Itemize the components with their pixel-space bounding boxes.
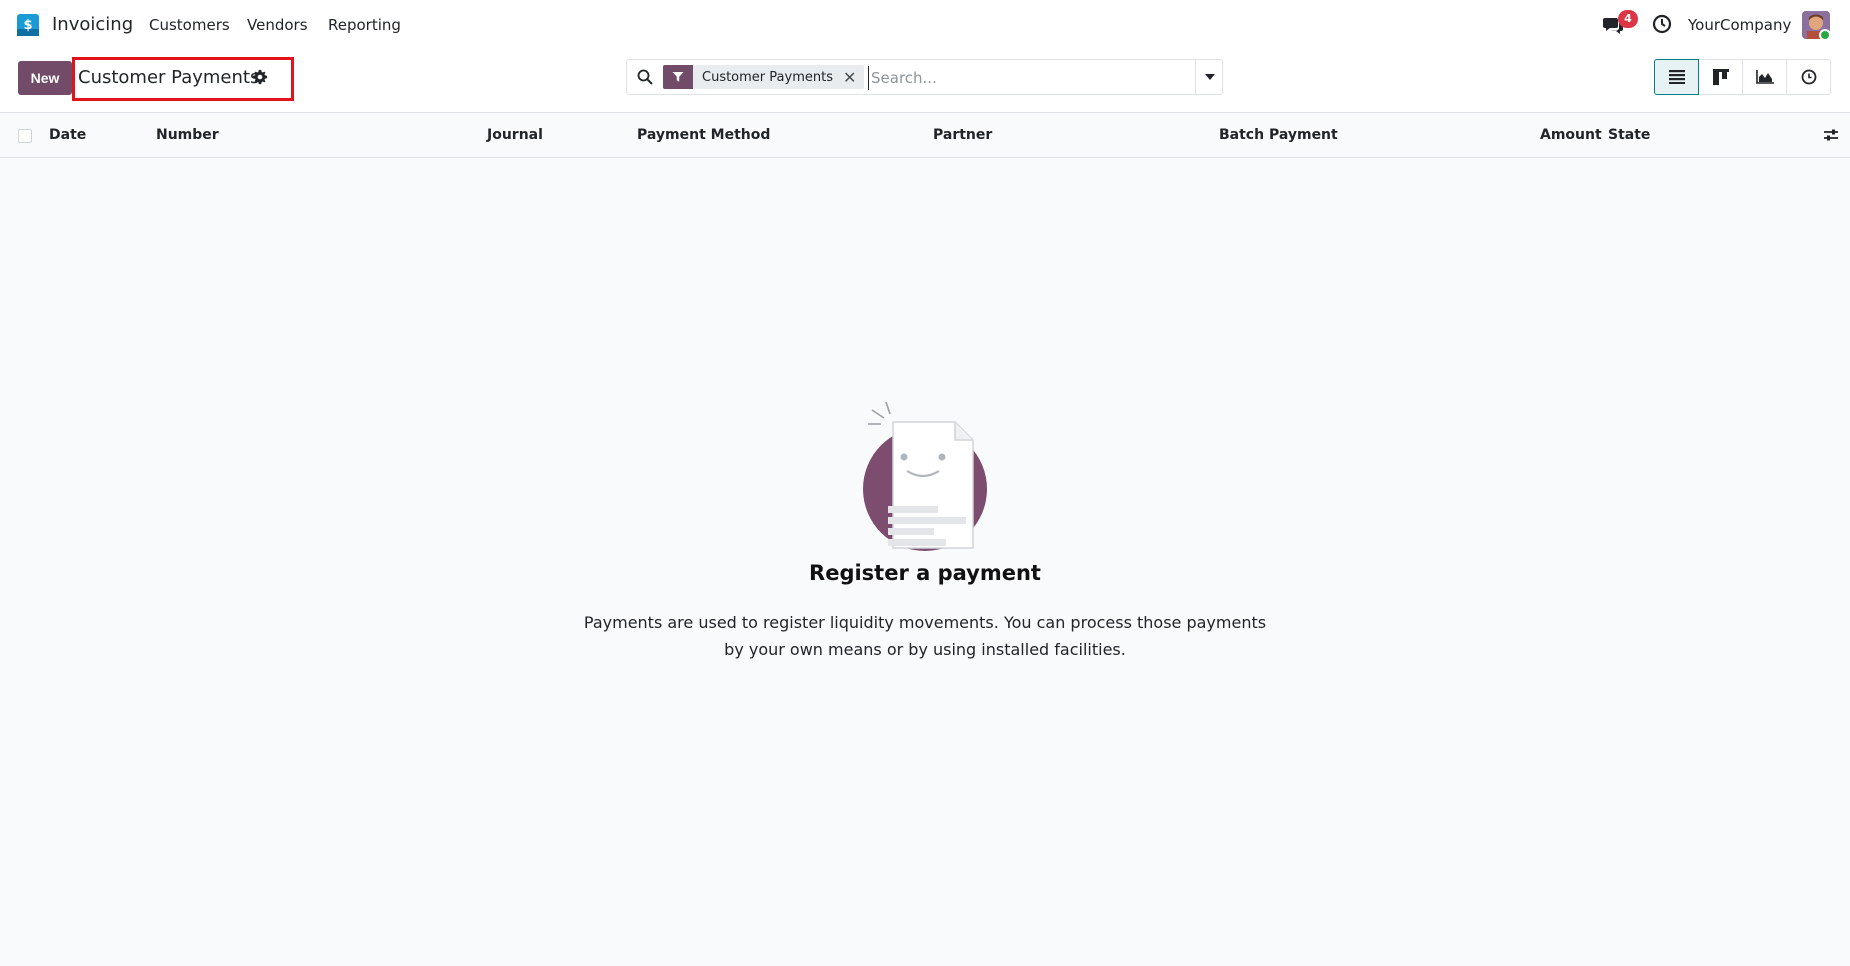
invoicing-app-icon[interactable]: $ — [16, 13, 40, 37]
menu-customers[interactable]: Customers — [149, 16, 230, 34]
graph-view-button[interactable] — [1742, 59, 1787, 95]
kanban-icon — [1712, 69, 1729, 85]
online-status-dot — [1819, 29, 1831, 41]
list-header: Date Number Journal Payment Method Partn… — [0, 114, 1850, 158]
column-number[interactable]: Number — [156, 127, 219, 143]
activity-clock-icon[interactable] — [1652, 14, 1672, 34]
activity-view-button[interactable] — [1786, 59, 1831, 95]
empty-state-line-1: Payments are used to register liquidity … — [583, 613, 1267, 632]
list-icon — [1668, 70, 1685, 84]
filter-icon — [663, 65, 693, 89]
caret-down-icon — [1204, 74, 1215, 80]
optional-columns-icon[interactable] — [1823, 127, 1839, 143]
top-navbar: $ Invoicing Customers Vendors Reporting … — [0, 0, 1850, 50]
chat-badge: 4 — [1618, 10, 1638, 28]
search-panel: Customer Payments ✕ — [626, 59, 1223, 95]
empty-state-title: Register a payment — [809, 561, 1041, 585]
area-chart-icon — [1755, 70, 1774, 84]
company-switcher[interactable]: YourCompany — [1688, 16, 1791, 34]
page-title[interactable]: Customer Payments — [78, 67, 259, 88]
clock-icon — [1801, 69, 1816, 85]
app-name[interactable]: Invoicing — [52, 14, 133, 35]
empty-document-illustration — [863, 402, 987, 551]
search-icon[interactable] — [637, 69, 653, 85]
new-button[interactable]: New — [18, 61, 72, 95]
search-options-toggle[interactable] — [1195, 60, 1223, 94]
column-partner[interactable]: Partner — [933, 127, 992, 143]
view-switcher — [1654, 59, 1831, 95]
menu-vendors[interactable]: Vendors — [247, 16, 308, 34]
column-date[interactable]: Date — [49, 127, 86, 143]
select-all-checkbox[interactable] — [18, 129, 32, 143]
column-state[interactable]: State — [1608, 127, 1650, 143]
column-journal[interactable]: Journal — [487, 127, 543, 143]
search-input[interactable] — [868, 66, 1188, 90]
gear-icon[interactable] — [252, 69, 268, 85]
list-view-button[interactable] — [1654, 59, 1699, 95]
kanban-view-button[interactable] — [1698, 59, 1743, 95]
column-payment-method[interactable]: Payment Method — [637, 127, 770, 143]
empty-state-line-2: by your own means or by using installed … — [724, 640, 1126, 659]
column-amount[interactable]: Amount — [1540, 127, 1602, 143]
facet-label: Customer Payments — [702, 69, 833, 85]
empty-state-description: Payments are used to register liquidity … — [575, 609, 1275, 663]
facet-close-icon[interactable]: ✕ — [843, 68, 864, 87]
svg-text:$: $ — [23, 18, 32, 33]
menu-reporting[interactable]: Reporting — [328, 16, 401, 34]
control-panel: New Customer Payments Customer Payments … — [0, 50, 1850, 113]
search-facet: Customer Payments ✕ — [663, 65, 865, 89]
column-batch-payment[interactable]: Batch Payment — [1219, 127, 1338, 143]
